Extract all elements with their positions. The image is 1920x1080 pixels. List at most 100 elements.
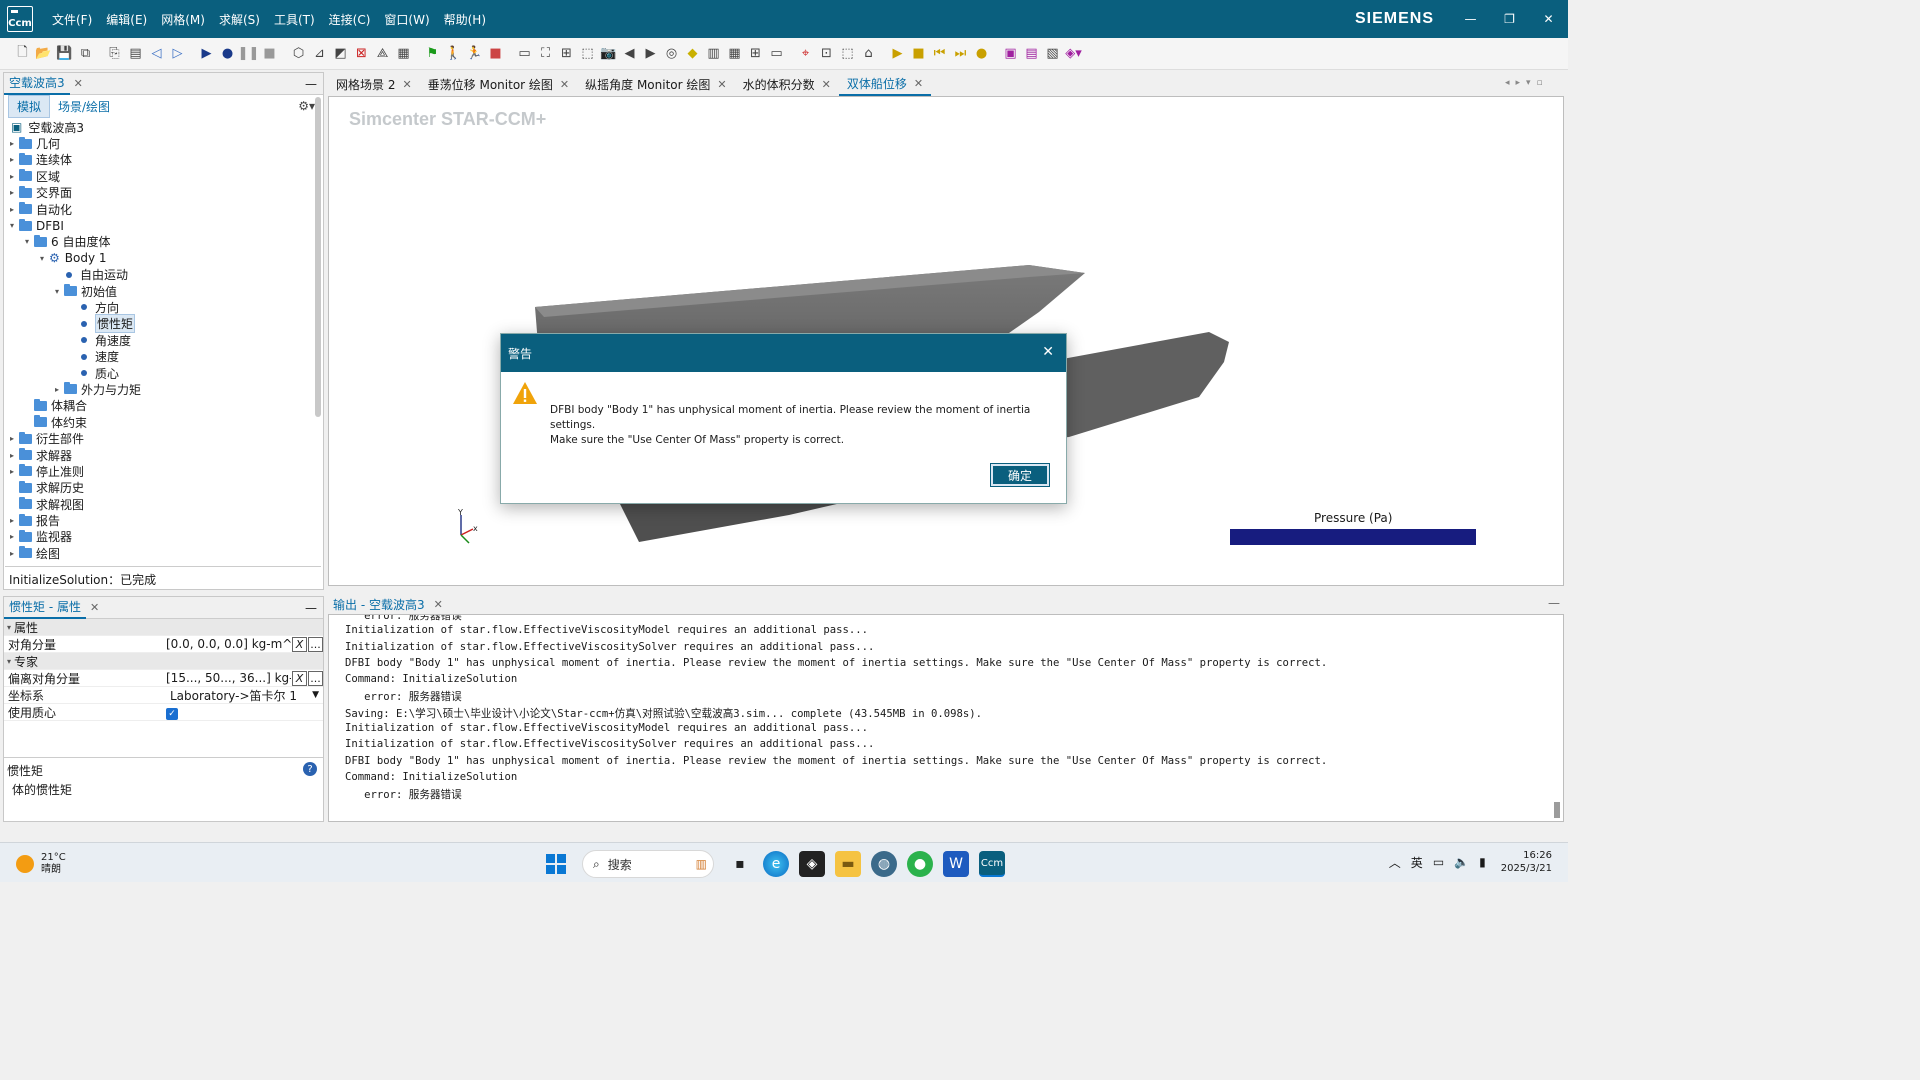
measure-icon[interactable]: ⊡ [816, 43, 837, 64]
word-icon[interactable]: W [943, 851, 969, 877]
output-tab-title[interactable]: 输出 - 空载波高3 [328, 596, 430, 613]
display-icon[interactable]: ▭ [1433, 855, 1444, 869]
menu-item-3[interactable]: 求解(S) [212, 11, 267, 28]
forward-icon[interactable]: ▷ [167, 43, 188, 64]
close-tab-icon[interactable]: ✕ [402, 78, 411, 91]
ffwd-icon[interactable]: ⏭ [950, 43, 971, 64]
starccm-taskbar-icon[interactable]: Ccm [979, 851, 1005, 877]
tree-item[interactable]: ▸ 自动化 [4, 201, 318, 217]
app-globe-icon[interactable]: ◍ [871, 851, 897, 877]
tree-item[interactable]: 求解视图 [4, 496, 318, 512]
chevron-right-icon[interactable]: ▸ [7, 172, 17, 181]
chevron-right-icon[interactable]: ▸ [7, 451, 17, 460]
stop-anim-icon[interactable]: ■ [908, 43, 929, 64]
close-icon[interactable]: ✕ [1529, 0, 1568, 38]
surface-icon[interactable]: ◩ [330, 43, 351, 64]
chevron-right-icon[interactable]: ▸ [7, 188, 17, 197]
close-tab-icon[interactable]: ✕ [90, 601, 99, 614]
tree-item[interactable]: ▸ 外力与力矩 [4, 381, 318, 397]
tree-item[interactable]: ▸ 交界面 [4, 185, 318, 201]
more-button[interactable]: ... [308, 636, 323, 652]
volume-mesh-icon[interactable]: ⟁ [372, 43, 393, 64]
grid-icon[interactable]: ▦ [393, 43, 414, 64]
open-icon[interactable]: 📂 [33, 43, 54, 64]
chevron-up-icon[interactable]: ︿ [1389, 854, 1401, 871]
tree-item[interactable]: ▸ 报告 [4, 512, 318, 528]
tree-item[interactable]: ▸ 连续体 [4, 152, 318, 168]
help-icon[interactable]: ? [303, 762, 317, 776]
close-tab-icon[interactable]: ✕ [560, 78, 569, 91]
restore-icon[interactable]: ❐ [1490, 0, 1529, 38]
section-expert[interactable]: ▾ 专家 [4, 653, 323, 670]
prop-diagonal[interactable]: 对角分量 [0.0, 0.0, 0.0] kg-m^2 X ... [4, 636, 323, 653]
close-tab-icon[interactable]: ✕ [717, 78, 726, 91]
probe-icon[interactable]: ⌖ [795, 43, 816, 64]
prop-use-center-of-mass[interactable]: 使用质心 ✓ [4, 704, 323, 721]
paste-icon[interactable]: ▤ [125, 43, 146, 64]
chevron-right-icon[interactable]: ▸ [52, 385, 62, 394]
minimize-icon[interactable]: — [1451, 0, 1490, 38]
rotate-icon[interactable]: ◎ [661, 43, 682, 64]
wechat-icon[interactable]: ● [907, 851, 933, 877]
tree-item[interactable]: ▸ 几何 [4, 135, 318, 151]
menu-item-2[interactable]: 网格(M) [154, 11, 212, 28]
fit-icon[interactable]: ⛶ [535, 43, 556, 64]
tree-item[interactable]: ▸ 衍生部件 [4, 430, 318, 446]
chevron-right-icon[interactable]: ▸ [7, 205, 17, 214]
tree-item[interactable]: 求解历史 [4, 480, 318, 496]
menu-item-5[interactable]: 连接(C) [322, 11, 378, 28]
clear-mesh-icon[interactable]: ⊿ [309, 43, 330, 64]
close-tab-icon[interactable]: ✕ [74, 77, 83, 90]
tree-tab-title[interactable]: 空载波高3 [4, 73, 70, 95]
play-anim-icon[interactable]: ▶ [887, 43, 908, 64]
next-view-icon[interactable]: ▶ [640, 43, 661, 64]
chevron-right-icon[interactable]: ▸ [7, 467, 17, 476]
back-icon[interactable]: ◁ [146, 43, 167, 64]
minimize-output-icon[interactable]: — [1548, 596, 1560, 610]
layout3-icon[interactable]: ▧ [1042, 43, 1063, 64]
tree-item[interactable]: ▾ 6 自由度体 [4, 234, 318, 250]
tree-item[interactable]: ▸ 绘图 [4, 545, 318, 561]
menu-item-0[interactable]: 文件(F) [45, 11, 99, 28]
mesh-icon[interactable]: ⬡ [288, 43, 309, 64]
edge-icon[interactable]: e [763, 851, 789, 877]
chevron-right-icon[interactable]: ▸ [7, 155, 17, 164]
battery-icon[interactable]: ▮ [1479, 855, 1486, 869]
pin-icon[interactable]: ⌂ [858, 43, 879, 64]
flag-icon[interactable]: ⚑ [422, 43, 443, 64]
menu-item-4[interactable]: 工具(T) [267, 11, 322, 28]
subtab-simulation[interactable]: 模拟 [8, 94, 51, 118]
chart-icon[interactable]: ▭ [514, 43, 535, 64]
more-button[interactable]: ... [308, 670, 323, 686]
minimize-panel-icon[interactable]: — [305, 77, 317, 91]
menu-item-6[interactable]: 窗口(W) [377, 11, 436, 28]
stop-icon[interactable]: ■ [259, 43, 280, 64]
rewind-icon[interactable]: ⏮ [929, 43, 950, 64]
grid-view-icon[interactable]: ⊞ [745, 43, 766, 64]
view-tab[interactable]: 双体船位移 ✕ [838, 72, 932, 96]
taskbar-search[interactable]: ⌕ 搜索 ▥ [582, 850, 714, 878]
plane-icon[interactable]: ◆ [682, 43, 703, 64]
view-tab[interactable]: 水的体积分数 ✕ [735, 72, 839, 96]
tree-item[interactable]: 角速度 [4, 332, 318, 348]
tree-item[interactable]: ▾ DFBI [4, 217, 318, 233]
save-icon[interactable]: 💾 [54, 43, 75, 64]
layout1-icon[interactable]: ▣ [1000, 43, 1021, 64]
select-icon[interactable]: ⬚ [577, 43, 598, 64]
tree-item[interactable]: ▸ 停止准则 [4, 463, 318, 479]
volume-icon[interactable]: 🔈 [1454, 855, 1469, 869]
tree-item[interactable]: ▣ 空载波高3 [4, 119, 318, 135]
window-icon[interactable]: ▭ [766, 43, 787, 64]
ok-button[interactable]: 确定 [990, 463, 1050, 487]
tree-item[interactable]: 体耦合 [4, 398, 318, 414]
table-icon[interactable]: ▦ [724, 43, 745, 64]
pause-icon[interactable]: ❚❚ [238, 43, 260, 64]
tree-item[interactable]: 惯性矩 [4, 314, 318, 334]
tree-item[interactable]: 速度 [4, 348, 318, 364]
step-icon[interactable]: ● [217, 43, 238, 64]
menu-item-7[interactable]: 帮助(H) [437, 11, 493, 28]
use-cm-checkbox[interactable]: ✓ [166, 707, 178, 720]
dialog-close-icon[interactable]: ✕ [1042, 344, 1054, 360]
stop-square-icon[interactable]: ■ [485, 43, 506, 64]
chevron-down-icon[interactable]: ▾ [22, 237, 32, 246]
